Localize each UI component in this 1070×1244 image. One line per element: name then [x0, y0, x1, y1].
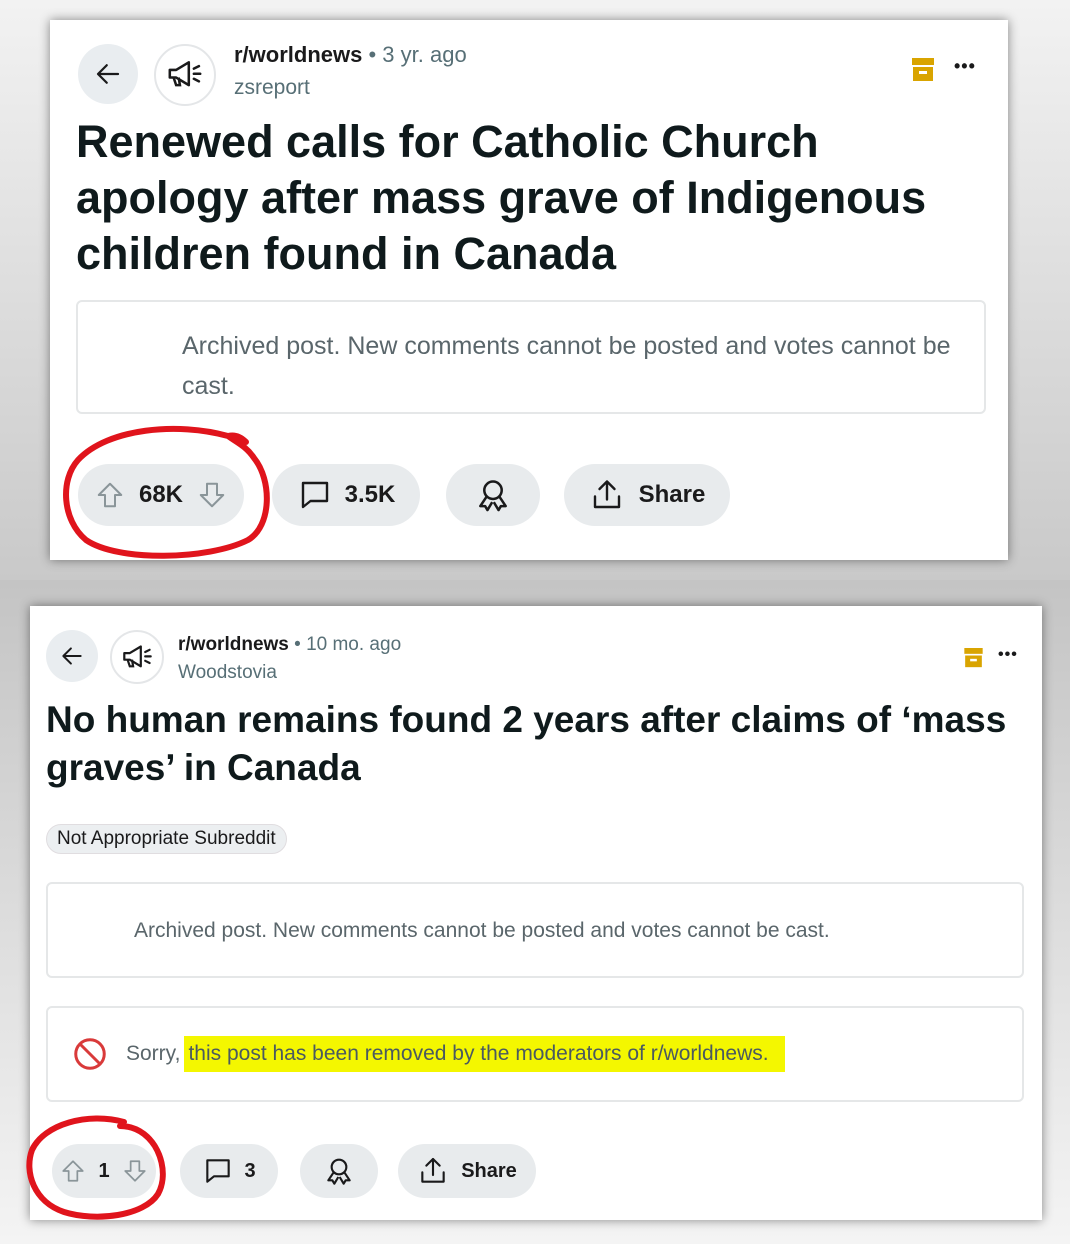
share-label: Share	[638, 481, 706, 508]
share-button[interactable]: Share	[564, 464, 730, 526]
post-card-1: r/worldnews • 3 yr. ago zsreport ••• Ren…	[50, 20, 1008, 560]
award-button[interactable]	[446, 464, 540, 526]
comment-icon	[206, 1159, 231, 1183]
removed-prefix: Sorry,	[126, 1042, 181, 1065]
post-time: • 3 yr. ago	[368, 42, 467, 67]
comment-count: 3	[244, 1159, 256, 1182]
upvote-icon[interactable]	[60, 1158, 86, 1184]
comments-button[interactable]: 3	[180, 1144, 278, 1198]
post-meta: r/worldnews • 10 mo. ago	[178, 634, 401, 656]
back-arrow-icon	[62, 647, 82, 665]
back-button[interactable]	[46, 630, 98, 682]
vote-control: 1	[52, 1144, 156, 1198]
comment-icon	[301, 481, 328, 509]
vote-control: 68K	[78, 464, 244, 526]
award-icon	[327, 1158, 351, 1185]
removed-message-highlighted: this post has been removed by the modera…	[184, 1036, 785, 1072]
subreddit-avatar[interactable]	[154, 44, 216, 106]
megaphone-icon	[122, 644, 152, 667]
comment-count: 3.5K	[344, 481, 396, 508]
post-time: • 10 mo. ago	[294, 634, 402, 655]
post-flair[interactable]: Not Appropriate Subreddit	[46, 824, 287, 854]
share-label: Share	[461, 1159, 517, 1182]
share-icon	[593, 480, 620, 509]
post-title: No human remains found 2 years after cla…	[46, 699, 1007, 788]
post-meta: r/worldnews • 3 yr. ago	[234, 42, 467, 68]
share-button[interactable]: Share	[398, 1144, 536, 1198]
upvote-icon[interactable]	[95, 480, 125, 510]
more-options-button[interactable]: •••	[998, 646, 1018, 664]
author-link[interactable]: zsreport	[234, 76, 310, 100]
more-options-button[interactable]: •••	[954, 56, 976, 77]
author-link[interactable]: Woodstovia	[178, 662, 277, 684]
back-button[interactable]	[78, 44, 138, 104]
award-icon	[479, 480, 507, 512]
share-icon	[421, 1157, 445, 1183]
award-button[interactable]	[300, 1144, 378, 1198]
comments-button[interactable]: 3.5K	[272, 464, 420, 526]
blocked-icon	[74, 1038, 106, 1070]
archive-icon	[964, 648, 983, 668]
back-arrow-icon	[96, 64, 120, 84]
post-card-2: r/worldnews • 10 mo. ago Woodstovia ••• …	[30, 606, 1042, 1220]
post-title: Renewed calls for Catholic Church apolog…	[76, 116, 927, 279]
archive-icon	[912, 58, 934, 81]
archived-notice: Archived post. New comments cannot be po…	[76, 300, 986, 414]
downvote-icon[interactable]	[197, 480, 227, 510]
downvote-icon[interactable]	[122, 1158, 148, 1184]
subreddit-avatar[interactable]	[110, 630, 164, 684]
megaphone-icon	[168, 61, 202, 87]
archived-notice: Archived post. New comments cannot be po…	[46, 882, 1024, 978]
vote-count: 68K	[138, 481, 184, 508]
removed-notice: Sorry, this post has been removed by the…	[46, 1006, 1024, 1102]
subreddit-link[interactable]: r/worldnews	[178, 634, 289, 655]
subreddit-link[interactable]: r/worldnews	[234, 42, 362, 67]
vote-count: 1	[98, 1159, 110, 1182]
